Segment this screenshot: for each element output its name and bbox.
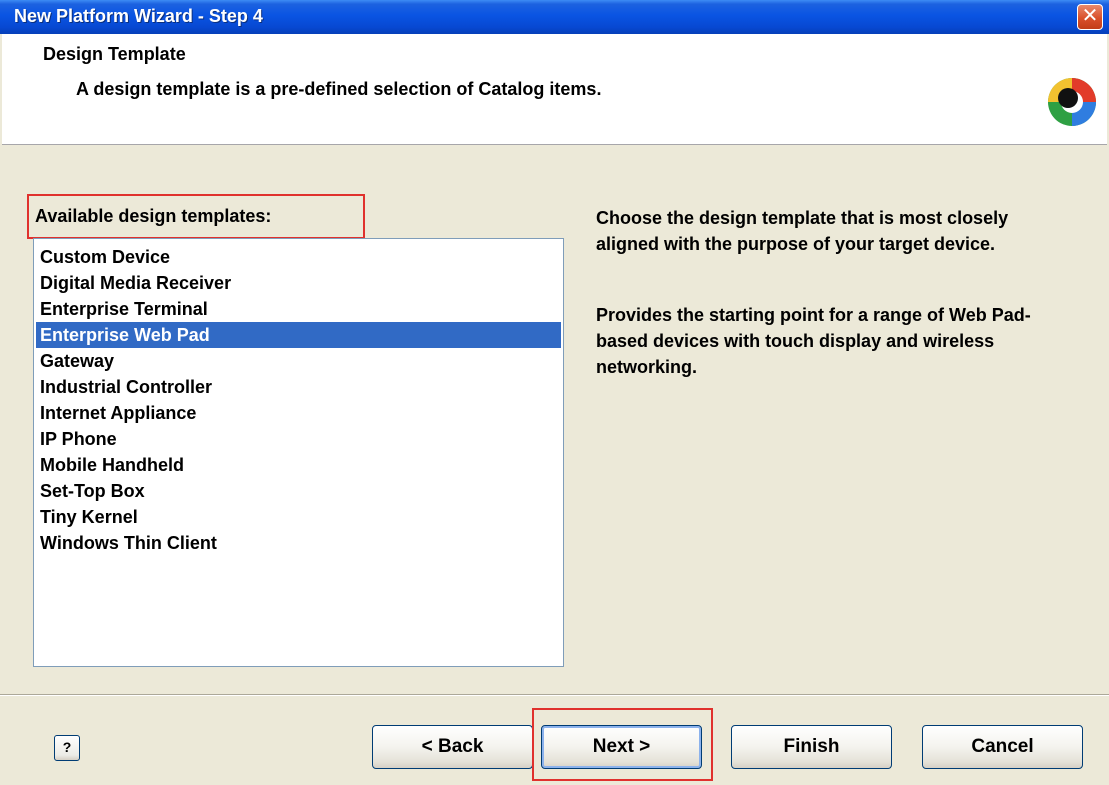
list-item[interactable]: Internet Appliance (36, 400, 561, 426)
wizard-logo-icon (1048, 78, 1096, 126)
finish-button[interactable]: Finish (731, 725, 892, 769)
help-button[interactable]: ? (54, 735, 80, 761)
list-item[interactable]: Set-Top Box (36, 478, 561, 504)
template-description-text: Provides the starting point for a range … (596, 305, 1031, 377)
list-item-selected[interactable]: Enterprise Web Pad (36, 322, 561, 348)
list-item[interactable]: Gateway (36, 348, 561, 374)
template-guidance-text: Choose the design template that is most … (596, 208, 1009, 254)
list-item[interactable]: Mobile Handheld (36, 452, 561, 478)
next-button-highlight (532, 708, 713, 781)
list-item[interactable]: Tiny Kernel (36, 504, 561, 530)
list-item[interactable]: IP Phone (36, 426, 561, 452)
close-button[interactable]: ✕ (1077, 4, 1103, 30)
title-bar[interactable]: New Platform Wizard - Step 4 ✕ (0, 0, 1109, 34)
list-item[interactable]: Enterprise Terminal (36, 296, 561, 322)
page-title: Design Template (43, 44, 186, 64)
page-subtitle: A design template is a pre-defined selec… (76, 79, 602, 99)
close-icon: ✕ (1081, 5, 1099, 27)
list-item[interactable]: Windows Thin Client (36, 530, 561, 556)
cancel-button[interactable]: Cancel (922, 725, 1083, 769)
new-platform-wizard-dialog: New Platform Wizard - Step 4 ✕ Design Te… (0, 0, 1109, 785)
available-templates-label: Available design templates: (27, 194, 365, 239)
footer-divider-highlight (0, 695, 1109, 696)
window-title: New Platform Wizard - Step 4 (14, 6, 263, 26)
list-item[interactable]: Digital Media Receiver (36, 270, 561, 296)
design-template-list[interactable]: Custom Device Digital Media Receiver Ent… (33, 238, 564, 667)
list-item[interactable]: Industrial Controller (36, 374, 561, 400)
back-button[interactable]: < Back (372, 725, 533, 769)
help-icon: ? (62, 739, 72, 755)
list-item[interactable]: Custom Device (36, 244, 561, 270)
